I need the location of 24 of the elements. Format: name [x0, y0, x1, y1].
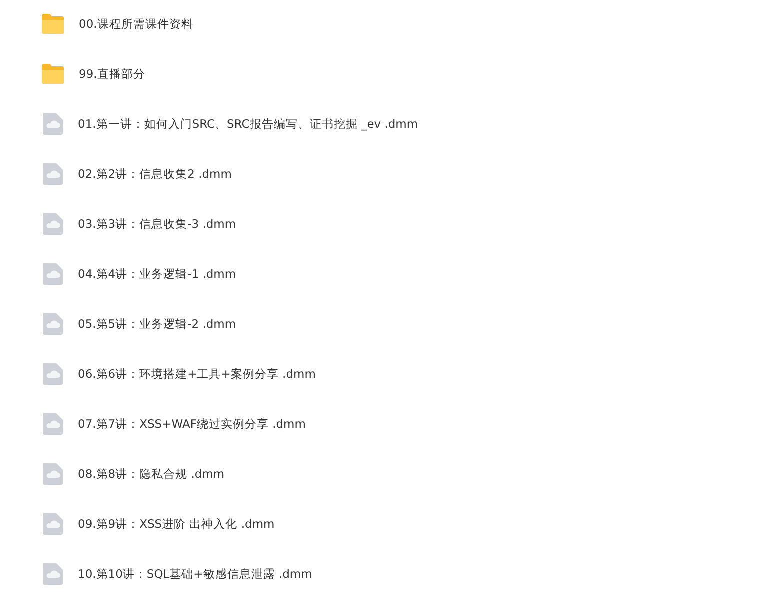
file-name[interactable]: 99.直播部分: [79, 66, 146, 82]
cloud-file-icon: [43, 163, 63, 185]
folder-icon: [41, 13, 65, 35]
file-name[interactable]: 01.第一讲：如何入门SRC、SRC报告编写、证书挖掘 _ev .dmm: [78, 116, 418, 132]
file-name[interactable]: 06.第6讲：环境搭建+工具+案例分享 .dmm: [78, 366, 316, 382]
file-name[interactable]: 09.第9讲：XSS进阶 出神入化 .dmm: [78, 516, 275, 532]
file-name[interactable]: 02.第2讲：信息收集2 .dmm: [78, 166, 232, 182]
file-name[interactable]: 10.第10讲：SQL基础+敏感信息泄露 .dmm: [78, 566, 312, 582]
cloud-file-icon: [43, 363, 63, 385]
cloud-file-icon: [43, 463, 63, 485]
cloud-file-icon: [43, 513, 63, 535]
file-name[interactable]: 03.第3讲：信息收集-3 .dmm: [78, 216, 236, 232]
cloud-file-icon: [43, 563, 63, 585]
file-name[interactable]: 07.第7讲：XSS+WAF绕过实例分享 .dmm: [78, 416, 306, 432]
cloud-file-icon: [43, 413, 63, 435]
cloud-file-icon: [43, 213, 63, 235]
file-name[interactable]: 08.第8讲：隐私合规 .dmm: [78, 466, 225, 482]
cloud-file-icon: [43, 113, 63, 135]
cloud-file-icon: [43, 313, 63, 335]
file-name[interactable]: 04.第4讲：业务逻辑-1 .dmm: [78, 266, 236, 282]
file-name[interactable]: 00.课程所需课件资料: [79, 16, 194, 32]
file-name[interactable]: 05.第5讲：业务逻辑-2 .dmm: [78, 316, 236, 332]
cloud-file-icon: [43, 263, 63, 285]
folder-icon: [41, 63, 65, 85]
